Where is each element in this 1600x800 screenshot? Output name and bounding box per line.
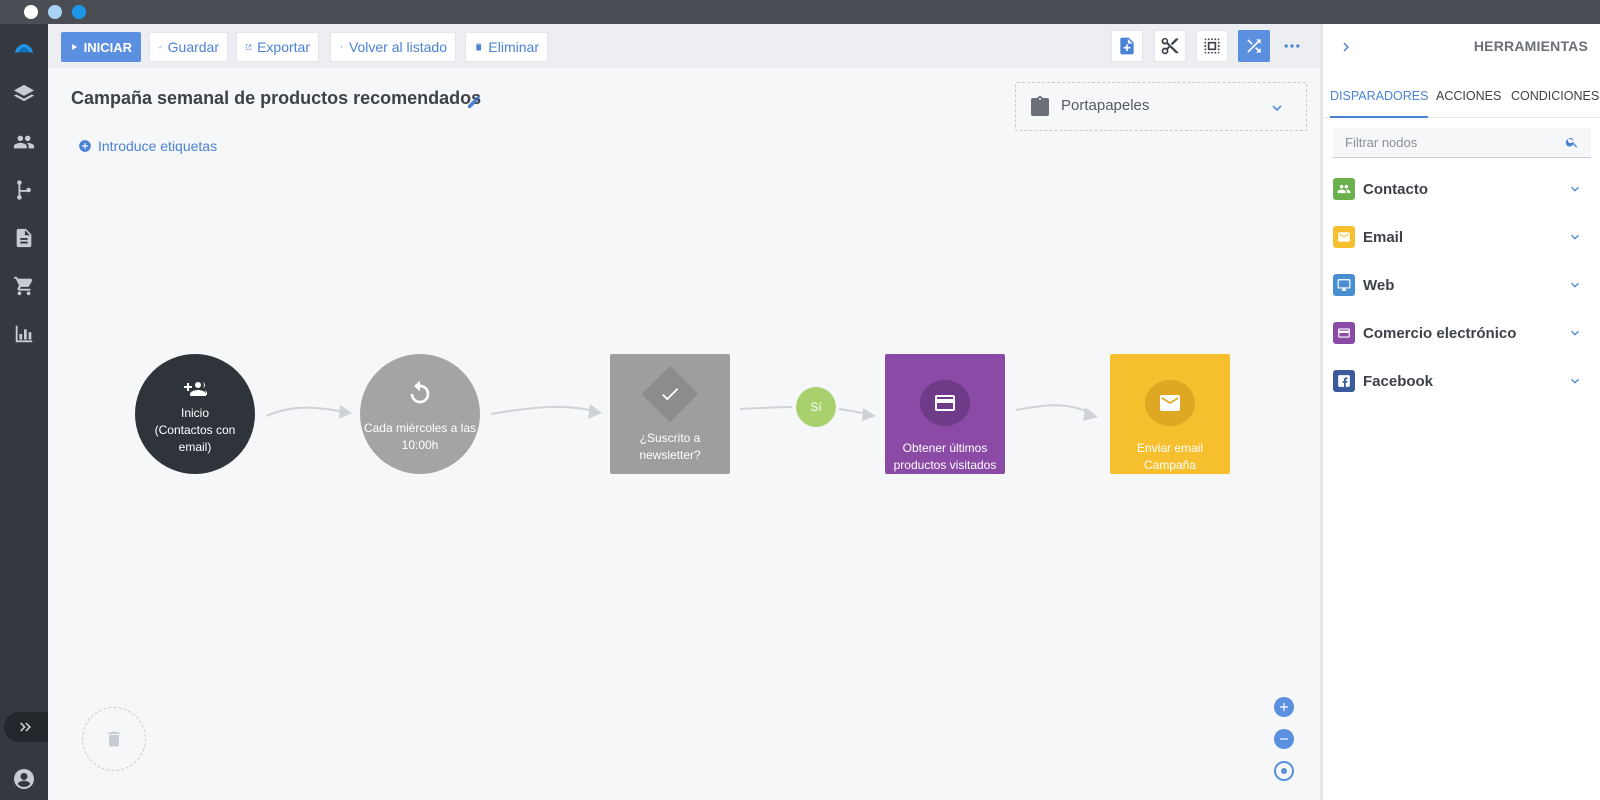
scissors-icon <box>1161 37 1179 55</box>
check-icon <box>158 45 163 49</box>
category-label: Facebook <box>1363 372 1434 390</box>
chevron-left-icon <box>340 45 343 49</box>
shuffle-icon <box>1247 39 1261 53</box>
node-start-line-2: (Contactos con <box>154 422 236 437</box>
layers-icon[interactable] <box>0 74 48 114</box>
user-account-icon[interactable] <box>0 758 48 800</box>
play-icon <box>72 44 78 50</box>
plus-icon <box>1279 702 1289 712</box>
trash-icon <box>475 43 482 51</box>
back-to-list-button[interactable]: Volver al listado <box>330 32 456 62</box>
tab-actions[interactable]: ACCIONES <box>1436 86 1501 118</box>
tab-conditions[interactable]: CONDICIONES <box>1511 86 1599 118</box>
facebook-icon <box>1333 370 1355 392</box>
trash-drop-zone[interactable] <box>82 707 146 771</box>
flow-node-condition[interactable]: ¿Suscrito a newsletter? <box>610 354 730 474</box>
category-email[interactable]: Email <box>1333 221 1591 253</box>
export-button[interactable]: Exportar <box>236 32 319 62</box>
cart-icon[interactable] <box>0 266 48 306</box>
expand-sidebar-icon[interactable] <box>4 712 48 742</box>
select-area-icon <box>1204 38 1220 54</box>
people-icon <box>1333 178 1355 200</box>
card-icon <box>1333 322 1355 344</box>
editor-toolbar: INICIAR Guardar Exportar Volver al lista… <box>48 24 1320 68</box>
envelope-icon <box>1145 380 1195 426</box>
panel-title: HERRAMIENTAS <box>1473 38 1588 54</box>
left-sidebar <box>0 24 48 800</box>
category-ecommerce[interactable]: Comercio electrónico <box>1333 317 1591 349</box>
zoom-out-button[interactable] <box>1274 729 1294 749</box>
panel-tabs: DISPARADORES ACCIONES CONDICIONES <box>1323 86 1600 118</box>
select-area-button[interactable] <box>1196 30 1228 62</box>
automation-flow-icon[interactable] <box>0 170 48 210</box>
node-action-line-1: Obtener últimos <box>902 441 988 455</box>
delete-button[interactable]: Eliminar <box>465 32 548 62</box>
chevron-down-icon <box>1567 181 1583 197</box>
category-web[interactable]: Web <box>1333 269 1591 301</box>
category-label: Contacto <box>1363 180 1428 198</box>
tab-triggers[interactable]: DISPARADORES <box>1330 86 1429 118</box>
chevron-down-icon <box>1567 373 1583 389</box>
add-people-icon <box>175 373 215 403</box>
category-contact[interactable]: Contacto <box>1333 173 1591 205</box>
node-action-line-2: productos visitados <box>893 458 997 472</box>
condition-diamond-icon <box>641 365 699 423</box>
analytics-icon[interactable] <box>0 314 48 354</box>
chevron-down-icon <box>1567 277 1583 293</box>
cut-button[interactable] <box>1154 30 1186 62</box>
node-schedule-line-2: 10:00h <box>401 438 439 452</box>
chevron-down-icon <box>1567 229 1583 245</box>
filter-nodes-field <box>1333 128 1591 158</box>
contacts-icon[interactable] <box>0 122 48 162</box>
category-label: Email <box>1363 228 1404 246</box>
flow-node-start[interactable]: Inicio (Contactos con email) <box>135 354 255 474</box>
chevron-down-icon <box>1567 325 1583 341</box>
flow-node-schedule[interactable]: Cada miércoles a las 10:00h <box>360 354 480 474</box>
export-icon <box>245 44 252 50</box>
auto-layout-button[interactable] <box>1238 30 1270 62</box>
yes-branch-badge[interactable]: Sí <box>796 387 836 427</box>
repeat-icon <box>400 374 440 414</box>
window-titlebar <box>0 0 1600 24</box>
start-button[interactable]: INICIAR <box>61 32 141 62</box>
recenter-button[interactable] <box>1274 761 1294 781</box>
add-document-icon <box>1120 37 1134 55</box>
chevron-right-icon[interactable] <box>1337 38 1355 56</box>
tools-panel: HERRAMIENTAS DISPARADORES ACCIONES CONDI… <box>1320 24 1600 800</box>
window-maximize-dot[interactable] <box>72 5 86 19</box>
envelope-icon <box>1333 226 1355 248</box>
node-condition-line-1: ¿Suscrito a <box>639 431 701 445</box>
node-start-line-1: Inicio <box>180 405 209 420</box>
flow-node-email[interactable]: Enviar email Campaña <box>1110 354 1230 474</box>
category-label: Comercio electrónico <box>1363 324 1517 342</box>
node-schedule-line-1: Cada miércoles a las <box>363 421 477 435</box>
card-icon <box>920 380 970 426</box>
filter-nodes-input[interactable] <box>1333 128 1553 156</box>
trash-icon <box>108 731 120 747</box>
node-condition-line-2: newsletter? <box>639 448 701 462</box>
target-icon <box>1281 768 1287 774</box>
search-icon <box>1565 135 1579 149</box>
category-label: Web <box>1363 276 1395 294</box>
more-options-button[interactable] <box>1276 30 1308 62</box>
category-facebook[interactable]: Facebook <box>1333 365 1591 397</box>
monitor-icon <box>1333 274 1355 296</box>
node-start-line-3: email) <box>178 439 212 454</box>
new-document-button[interactable] <box>1111 30 1143 62</box>
flow-node-action[interactable]: Obtener últimos productos visitados <box>885 354 1005 474</box>
node-email-line-1: Enviar email Campaña <box>1136 441 1204 472</box>
window-close-dot[interactable] <box>24 5 38 19</box>
logo-icon[interactable] <box>0 26 48 66</box>
save-button[interactable]: Guardar <box>149 32 228 62</box>
more-horizontal-icon <box>1284 44 1300 48</box>
window-minimize-dot[interactable] <box>48 5 62 19</box>
zoom-in-button[interactable] <box>1274 697 1294 717</box>
minus-icon <box>1279 738 1289 740</box>
document-icon[interactable] <box>0 218 48 258</box>
flow-canvas[interactable]: Inicio (Contactos con email) Cada miérco… <box>48 68 1320 800</box>
